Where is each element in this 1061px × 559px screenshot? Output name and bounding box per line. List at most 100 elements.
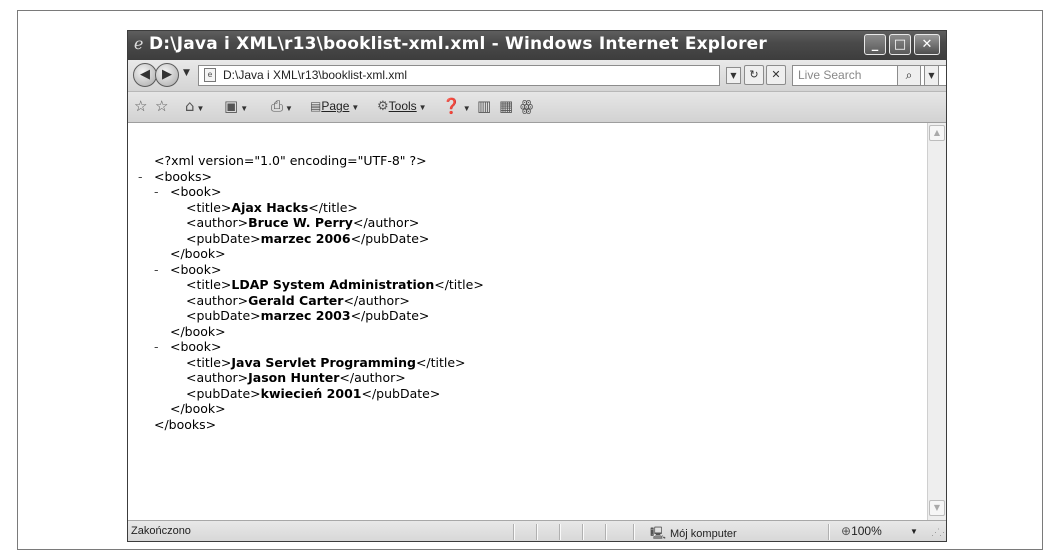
printer-icon: ⎙ [271,97,284,115]
chevron-down-icon: ▼ [418,103,427,112]
back-arrow-icon: ◀ [140,67,150,82]
xml-declaration: <?xml version="1.0" encoding="UTF-8" ?> [154,153,427,168]
book-author: Jason Hunter [248,370,340,385]
help-menu[interactable]: ❓ ▼ [442,97,471,115]
computer-icon: 🖳 [650,526,667,540]
xml-book-close: </book> [170,323,226,339]
collapse-toggle[interactable]: - [154,262,170,278]
xml-title: <title>Ajax Hacks</title> [186,199,358,215]
refresh-icon: ↻ [749,68,759,81]
status-divider [828,524,830,540]
magnifier-icon: ⌕ [905,68,913,82]
page-icon: e [204,68,216,82]
collapse-toggle[interactable]: - [138,169,154,185]
book-pubdate: kwiecień 2001 [260,385,362,401]
xml-node-book: - <book> [154,184,222,200]
status-divider [559,524,561,540]
xml-author: <author>Jason Hunter</author> [186,370,406,385]
address-input[interactable]: D:\Java i XML\r13\booklist-xml.xml [223,68,407,82]
collapse-toggle[interactable]: - [154,184,170,200]
xml-book-close: </book> [170,401,226,416]
collapse-toggle[interactable]: - [154,339,170,355]
xml-pubdate: <pubDate>kwiecień 2001</pubDate> [186,385,441,401]
book-title: LDAP System Administration [231,277,435,292]
address-dropdown-button[interactable]: ▼ [726,67,741,84]
window-title: D:\Java i XML\r13\booklist-xml.xml - Win… [149,34,767,54]
messenger-icon[interactable]: ▦ [499,97,513,115]
refresh-button[interactable]: ↻ [744,65,764,85]
chevron-up-icon: ▲ [933,128,941,137]
close-button[interactable]: ✕ [914,34,940,55]
status-divider [633,524,635,540]
address-toolbar: ◀ ▶ ▼ e D:\Java i XML\r13\booklist-xml.x… [128,60,946,92]
security-zone[interactable]: 🖳 Mój komputer [650,524,737,541]
zoom-button[interactable]: ⊕100% [841,524,882,538]
forward-button[interactable]: ▶ [155,63,179,87]
xml-tree: <?xml version="1.0" encoding="UTF-8" ?> … [138,153,484,432]
chevron-down-icon: ▼ [462,104,471,113]
xml-pubdate: <pubDate>marzec 2006</pubDate> [186,230,430,246]
xml-title: <title>LDAP System Administration</title… [186,277,484,292]
scroll-up-button[interactable]: ▲ [929,125,945,141]
chevron-down-icon: ▼ [933,503,941,512]
book-title: Ajax Hacks [231,199,309,215]
ie-logo-icon: ℯ [134,34,144,53]
document-content[interactable]: <?xml version="1.0" encoding="UTF-8" ?> … [128,123,927,520]
search-button[interactable]: ⌕ [897,65,921,86]
favorites-star-icon[interactable]: ☆ [134,97,147,115]
xml-node-book: - <book> [154,261,222,278]
chevron-down-icon: ▼ [285,104,293,113]
xml-node-books: - <books> [138,168,212,185]
ie-window: ℯ D:\Java i XML\r13\booklist-xml.xml - W… [127,30,947,542]
address-bar[interactable]: e D:\Java i XML\r13\booklist-xml.xml [198,65,720,86]
zoom-dropdown[interactable]: ▼ [910,527,918,536]
page-menu[interactable]: ▤Page ▼ [310,99,359,113]
xml-book-close: </book> [170,246,226,261]
title-bar[interactable]: ℯ D:\Java i XML\r13\booklist-xml.xml - W… [128,31,946,60]
xml-node-book: - <book> [154,339,222,355]
book-pubdate: marzec 2006 [260,230,351,246]
resize-grip[interactable]: ⋰⋰ [931,527,946,538]
status-divider [582,524,584,540]
chevron-down-icon: ▼ [196,104,205,113]
status-bar: Zakończono 🖳 Mój komputer ⊕100% ▼ ⋰⋰ [128,520,946,541]
vertical-scrollbar[interactable]: ▲ ▼ [927,123,946,520]
maximize-button[interactable]: □ [889,34,911,55]
forward-arrow-icon: ▶ [162,67,172,82]
chevron-down-icon: ▼ [240,104,249,113]
minimize-button[interactable]: _ [864,34,886,55]
gear-icon: ⚙ [377,99,389,114]
recent-pages-dropdown[interactable]: ▼ [183,68,190,78]
tools-menu[interactable]: ⚙Tools ▼ [377,99,427,114]
book-author: Bruce W. Perry [248,215,353,230]
search-input[interactable]: Live Search [798,68,861,82]
book-pubdate: marzec 2003 [260,308,351,323]
status-divider [513,524,515,540]
stop-icon: ✕ [771,68,781,81]
book-author: Gerald Carter [248,292,344,308]
xml-author: <author>Gerald Carter</author> [186,292,410,308]
xml-pubdate: <pubDate>marzec 2003</pubDate> [186,308,430,323]
status-text: Zakończono [131,525,191,537]
feeds-button[interactable]: ▣ ▼ [224,97,248,115]
stop-button[interactable]: ✕ [766,65,786,85]
add-favorite-icon[interactable]: ☆ [155,97,168,115]
home-icon: ⌂ [185,97,195,115]
xml-books-close: </books> [154,416,217,432]
chevron-down-icon: ▼ [730,71,737,80]
home-button[interactable]: ⌂ ▼ [185,97,204,115]
scroll-down-button[interactable]: ▼ [929,500,945,516]
print-button[interactable]: ⎙ ▼ [271,97,293,115]
back-button[interactable]: ◀ [133,63,157,87]
research-icon[interactable]: ▥ [477,97,491,115]
zoom-icon: ⊕ [841,524,852,538]
help-icon: ❓ [442,97,461,115]
xml-author: <author>Bruce W. Perry</author> [186,215,420,230]
bluetooth-icon[interactable]: ꙮ [520,97,533,115]
command-bar: ☆ ☆ ⌂ ▼ ▣ ▼ ⎙ ▼ ▤Page ▼ ⚙Tools ▼ ❓ ▼ ▥ ▦ ꙮ [128,92,946,123]
book-title: Java Servlet Programming [231,354,416,370]
chevron-down-icon: ▼ [351,103,360,112]
xml-title: <title>Java Servlet Programming</title> [186,354,466,370]
search-options-button[interactable]: ▼ [924,65,939,86]
page-icon: ▤ [310,99,322,113]
